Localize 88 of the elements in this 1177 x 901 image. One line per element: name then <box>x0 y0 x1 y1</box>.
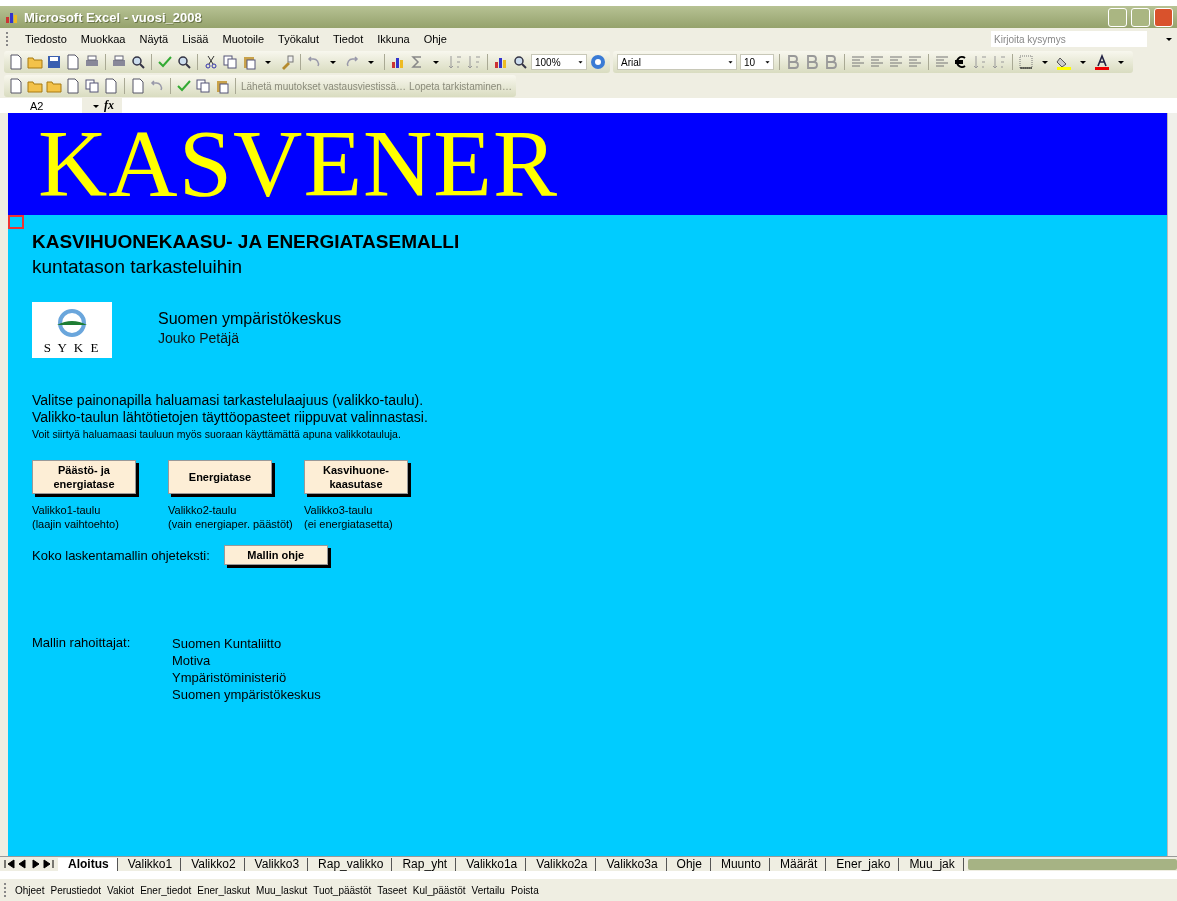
macro-button[interactable]: Ener_laskut <box>197 884 251 896</box>
minimize-button[interactable] <box>1108 7 1127 27</box>
tab-scroll-arrow-icon[interactable] <box>17 859 28 869</box>
menu-item[interactable]: Tiedot <box>333 33 364 45</box>
magnifier-icon[interactable] <box>512 54 528 70</box>
funder-name: Suomen Kuntaliitto <box>172 635 283 652</box>
align-icon[interactable] <box>850 54 866 70</box>
window-title: Microsoft Excel - vuosi_2008 <box>24 9 203 25</box>
align-icon[interactable] <box>869 54 885 70</box>
copy-icon[interactable] <box>195 78 211 94</box>
font-size-dropdown[interactable]: 10 <box>740 54 774 70</box>
checkmark-icon[interactable] <box>176 78 192 94</box>
document-icon[interactable] <box>103 78 119 94</box>
banner-title: KASVENER <box>38 116 558 212</box>
menu-item[interactable]: Ikkuna <box>377 33 410 45</box>
tab-scroll-arrow-icon[interactable] <box>4 859 15 869</box>
close-button[interactable] <box>1154 7 1173 27</box>
menu-button[interactable]: Energiatase <box>168 460 272 494</box>
scissors-icon[interactable] <box>203 54 219 70</box>
clipboard-icon[interactable] <box>214 78 230 94</box>
document-icon[interactable] <box>65 78 81 94</box>
funder-name: Ympäristöministeriö <box>172 669 288 686</box>
vertical-scrollbar[interactable] <box>1167 113 1177 856</box>
folder-icon[interactable] <box>27 78 43 94</box>
macro-button[interactable]: Vertailu <box>471 884 505 896</box>
font-dropdown[interactable]: Arial <box>617 54 737 70</box>
logo: S Y K E <box>32 302 112 358</box>
macro-button[interactable]: Kul_päästöt <box>412 884 466 896</box>
instruction-text: Valitse painonapilla haluamasi tarkastelulaajuus (valikko-taulu). <box>32 392 425 409</box>
restore-button[interactable] <box>1131 7 1150 27</box>
copy-icon[interactable] <box>222 54 238 70</box>
horizontal-scrollbar[interactable] <box>967 858 1177 870</box>
borders-icon[interactable] <box>1018 54 1034 70</box>
menu-item[interactable]: Ohje <box>423 33 447 45</box>
document-icon[interactable] <box>8 54 24 70</box>
menu-item[interactable]: Näytä <box>139 33 169 45</box>
tab-scroll-arrow-icon[interactable] <box>43 859 54 869</box>
help-button[interactable]: Mallin ohje <box>223 545 328 565</box>
menu-item[interactable]: Muokkaa <box>80 33 126 45</box>
instruction-text: Voit siirtyä haluamaasi tauluun myös suoraan käyttämättä apuna valikkotauluja. <box>32 427 402 442</box>
button-caption: Valikko3-taulu (ei energiatasetta) <box>304 503 394 531</box>
menu-button[interactable]: Kasvihuone- kaasutase <box>304 460 408 494</box>
menu-item[interactable]: Lisää <box>182 33 209 45</box>
help-label: Koko laskentamallin ohjeteksti: <box>32 546 210 564</box>
organization-name: Suomen ympäristökeskus <box>158 310 342 328</box>
bold-icon[interactable] <box>804 54 820 70</box>
macro-button[interactable]: Muu_laskut <box>256 884 308 896</box>
funders-label: Mallin rahoittajat: <box>32 635 132 652</box>
folder-icon[interactable] <box>27 54 43 70</box>
button-caption: Valikko1-taulu (laajin vaihtoehto) <box>32 503 120 531</box>
macro-button[interactable]: Poista <box>510 884 539 896</box>
macro-button[interactable]: Tuot_päästöt <box>313 884 372 896</box>
instruction-text: Valikko-taulun lähtötietojen täyttöopasteet riippuvat valinnastasi. <box>32 409 429 426</box>
macro-button[interactable]: Taseet <box>377 884 407 896</box>
sheet-tab[interactable]: Aloitus <box>58 857 118 871</box>
magnifier-icon[interactable] <box>176 54 192 70</box>
funder-name: Suomen ympäristökeskus <box>172 686 321 703</box>
checkmark-icon[interactable] <box>157 54 173 70</box>
bold-icon[interactable] <box>823 54 839 70</box>
menu-item[interactable]: Työkalut <box>278 33 320 45</box>
subheading: kuntatason tarkasteluihin <box>32 256 244 278</box>
macro-button[interactable]: Perustiedot <box>50 884 102 896</box>
font-color-icon[interactable] <box>1094 54 1110 70</box>
macro-button[interactable]: Ener_tiedot <box>140 884 192 896</box>
author-name: Jouko Petäjä <box>158 330 240 346</box>
macro-button[interactable]: Ohjeet <box>15 884 45 896</box>
zoom-dropdown[interactable]: 100% <box>531 54 587 70</box>
bold-icon[interactable] <box>785 54 801 70</box>
folder-icon[interactable] <box>46 78 62 94</box>
align-icon[interactable] <box>907 54 923 70</box>
tab-scroll-arrow-icon[interactable] <box>30 859 41 869</box>
magnifier-icon[interactable] <box>130 54 146 70</box>
help-search-field[interactable]: Kirjoita kysymys <box>991 31 1147 47</box>
cell-selection <box>8 215 24 229</box>
macro-button[interactable]: Vakiot <box>107 884 135 896</box>
menu-button[interactable]: Päästö- ja energiatase <box>32 460 136 494</box>
copy-icon[interactable] <box>84 78 100 94</box>
funder-name: Motiva <box>172 652 212 669</box>
help-icon[interactable] <box>590 54 606 70</box>
button-caption: Valikko2-taulu (vain energiaper. päästöt) <box>168 503 294 531</box>
document-icon[interactable] <box>8 78 24 94</box>
document-icon[interactable] <box>130 78 146 94</box>
align-icon[interactable] <box>888 54 904 70</box>
menu-item[interactable]: Tiedosto <box>25 33 67 45</box>
heading: KASVIHUONEKAASU- JA ENERGIATASEMALLI <box>32 231 461 253</box>
clipboard-icon[interactable] <box>241 54 257 70</box>
document-icon[interactable] <box>65 54 81 70</box>
menu-item[interactable]: Muotoile <box>222 33 265 45</box>
